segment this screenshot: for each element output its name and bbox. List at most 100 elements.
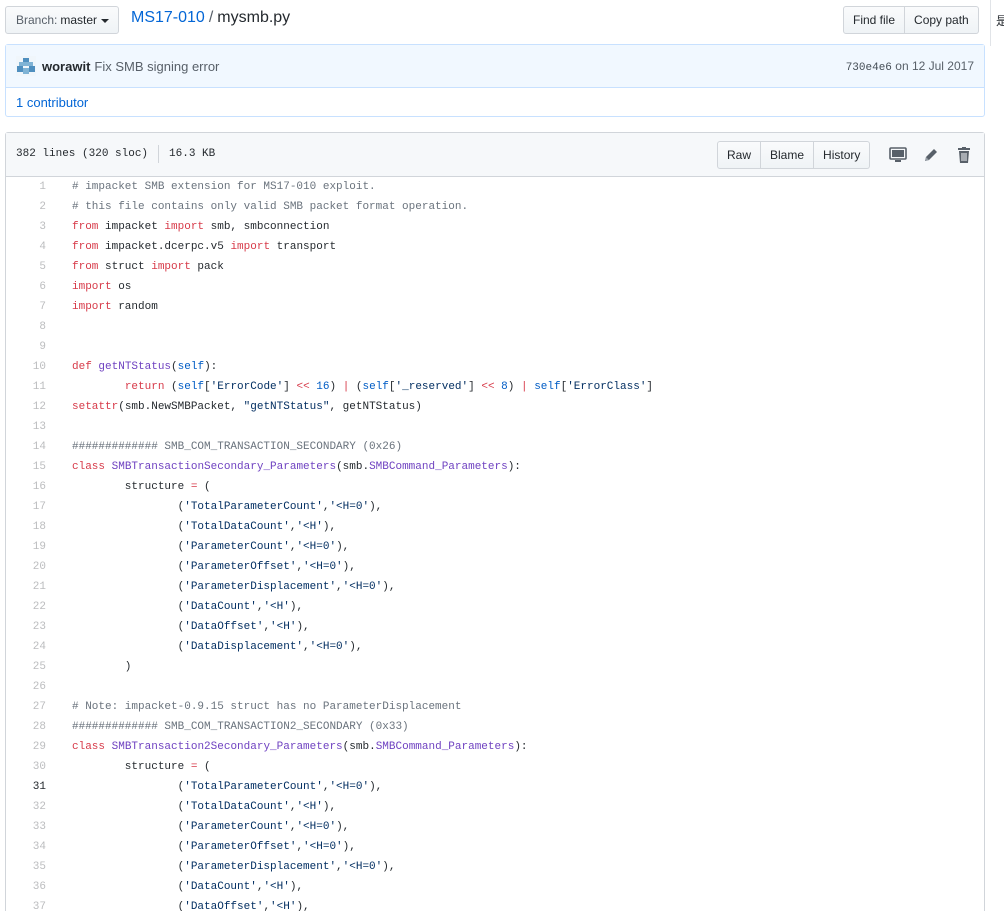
line-content: import os [72,281,132,293]
line-number[interactable]: 26 [6,677,56,697]
copy-path-button[interactable]: Copy path [905,6,979,34]
file-navigation: Branch: master MS17-010/mysmb.py Find fi… [0,0,1004,46]
line-number[interactable]: 19 [6,537,56,557]
code-line: 2 # this file contains only valid SMB pac… [6,197,984,217]
line-content [56,337,72,357]
code-line: 5 from struct import pack [6,257,984,277]
code-line: 18 ('TotalDataCount','<H'), [6,517,984,537]
commit-sha-link[interactable]: 730e4e6 [846,62,892,74]
line-content: ('DataCount','<H'), [72,881,304,893]
line-content: ('DataCount','<H'), [72,601,304,613]
line-number[interactable]: 36 [6,877,56,897]
commit-date: on 12 Jul 2017 [895,59,974,73]
line-content [56,417,72,437]
raw-button[interactable]: Raw [717,141,762,169]
line-number[interactable]: 14 [6,437,56,457]
line-number[interactable]: 9 [6,337,56,357]
line-number[interactable]: 18 [6,517,56,537]
history-button[interactable]: History [814,141,871,169]
line-number[interactable]: 37 [6,897,56,911]
line-content: ('DataDisplacement','<H=0'), [72,641,363,653]
code-line: 17 ('TotalParameterCount','<H=0'), [6,497,984,517]
line-number[interactable]: 7 [6,297,56,317]
line-content: ('TotalDataCount','<H'), [72,801,337,813]
code-line: 29 class SMBTransaction2Secondary_Paramet… [6,737,984,757]
line-content: ('ParameterDisplacement','<H=0'), [72,861,396,873]
branch-select-button[interactable]: Branch: master [5,6,119,34]
line-number[interactable]: 22 [6,597,56,617]
commit-author-link[interactable]: worawit [42,59,90,74]
code-line: 14 ############# SMB_COM_TRANSACTION_SECO… [6,437,984,457]
code-line: 36 ('DataCount','<H'), [6,877,984,897]
line-content: from impacket import smb, smbconnection [72,221,330,233]
file-header: 382 lines (320 sloc) 16.3 KB Raw Blame H… [6,133,984,177]
commit-tease: worawit Fix SMB signing error 730e4e6 on… [6,45,984,88]
code-line: 12 setattr(smb.NewSMBPacket, "getNTStatus… [6,397,984,417]
code-line: 27 # Note: impacket-0.9.15 struct has no … [6,697,984,717]
code-blob: 1 # impacket SMB extension for MS17-010 e… [6,177,984,911]
code-line: 34 ('ParameterOffset','<H=0'), [6,837,984,857]
code-line: 7 import random [6,297,984,317]
line-number[interactable]: 21 [6,577,56,597]
line-number[interactable]: 16 [6,477,56,497]
code-line: 11 return (self['ErrorCode'] << 16) | (s… [6,377,984,397]
line-number[interactable]: 6 [6,277,56,297]
line-number[interactable]: 30 [6,757,56,777]
line-content: ('DataOffset','<H'), [72,901,310,911]
contributors-link[interactable]: 1 contributor [6,88,984,117]
code-line: 28 ############# SMB_COM_TRANSACTION2_SEC… [6,717,984,737]
line-content: return (self['ErrorCode'] << 16) | (self… [124,381,654,393]
line-content: setattr(smb.NewSMBPacket, "getNTStatus",… [72,401,422,413]
code-line: 19 ('ParameterCount','<H=0'), [6,537,984,557]
line-number[interactable]: 34 [6,837,56,857]
line-number[interactable]: 17 [6,497,56,517]
branch-name: master [60,13,98,27]
breadcrumb-file: mysmb.py [217,9,291,26]
line-number[interactable]: 4 [6,237,56,257]
line-number[interactable]: 27 [6,697,56,717]
line-number[interactable]: 20 [6,557,56,577]
line-number[interactable]: 28 [6,717,56,737]
breadcrumb: MS17-010/mysmb.py [131,9,290,27]
line-number[interactable]: 32 [6,797,56,817]
overlay-glyph: 是 [996,14,1004,28]
line-content: # Note: impacket-0.9.15 struct has no Pa… [72,701,462,713]
line-number[interactable]: 12 [6,397,56,417]
line-number[interactable]: 33 [6,817,56,837]
line-number[interactable]: 35 [6,857,56,877]
commit-message-link[interactable]: Fix SMB signing error [94,59,219,74]
avatar[interactable] [16,56,36,76]
blame-button[interactable]: Blame [761,141,815,169]
find-file-button[interactable]: Find file [843,6,906,34]
line-number[interactable]: 11 [6,377,56,397]
line-content: def getNTStatus(self): [72,361,218,373]
line-content: ('ParameterDisplacement','<H=0'), [72,581,396,593]
line-number[interactable]: 8 [6,317,56,337]
pencil-icon[interactable] [922,146,940,164]
line-number[interactable]: 1 [6,177,56,197]
line-number[interactable]: 24 [6,637,56,657]
line-content: class SMBTransaction2Secondary_Parameter… [72,741,528,753]
line-number[interactable]: 5 [6,257,56,277]
trash-icon[interactable] [955,146,973,164]
line-number[interactable]: 15 [6,457,56,477]
breadcrumb-repo-link[interactable]: MS17-010 [131,9,205,26]
line-number[interactable]: 29 [6,737,56,757]
desktop-icon[interactable] [889,146,907,164]
line-number[interactable]: 3 [6,217,56,237]
line-number[interactable]: 10 [6,357,56,377]
line-number[interactable]: 2 [6,197,56,217]
line-content: # this file contains only valid SMB pack… [72,201,469,213]
code-line: 22 ('DataCount','<H'), [6,597,984,617]
line-number[interactable]: 13 [6,417,56,437]
line-content: # impacket SMB extension for MS17-010 ex… [72,181,376,193]
code-line: 9 [6,337,984,357]
line-number[interactable]: 23 [6,617,56,637]
file-viewer: 382 lines (320 sloc) 16.3 KB Raw Blame H… [5,132,985,911]
line-content: structure = ( [72,481,211,493]
line-content: from struct import pack [72,261,224,273]
line-number[interactable]: 25 [6,657,56,677]
file-info: 382 lines (320 sloc) 16.3 KB [16,145,215,163]
line-number[interactable]: 31 [6,777,56,797]
code-line: 33 ('ParameterCount','<H=0'), [6,817,984,837]
